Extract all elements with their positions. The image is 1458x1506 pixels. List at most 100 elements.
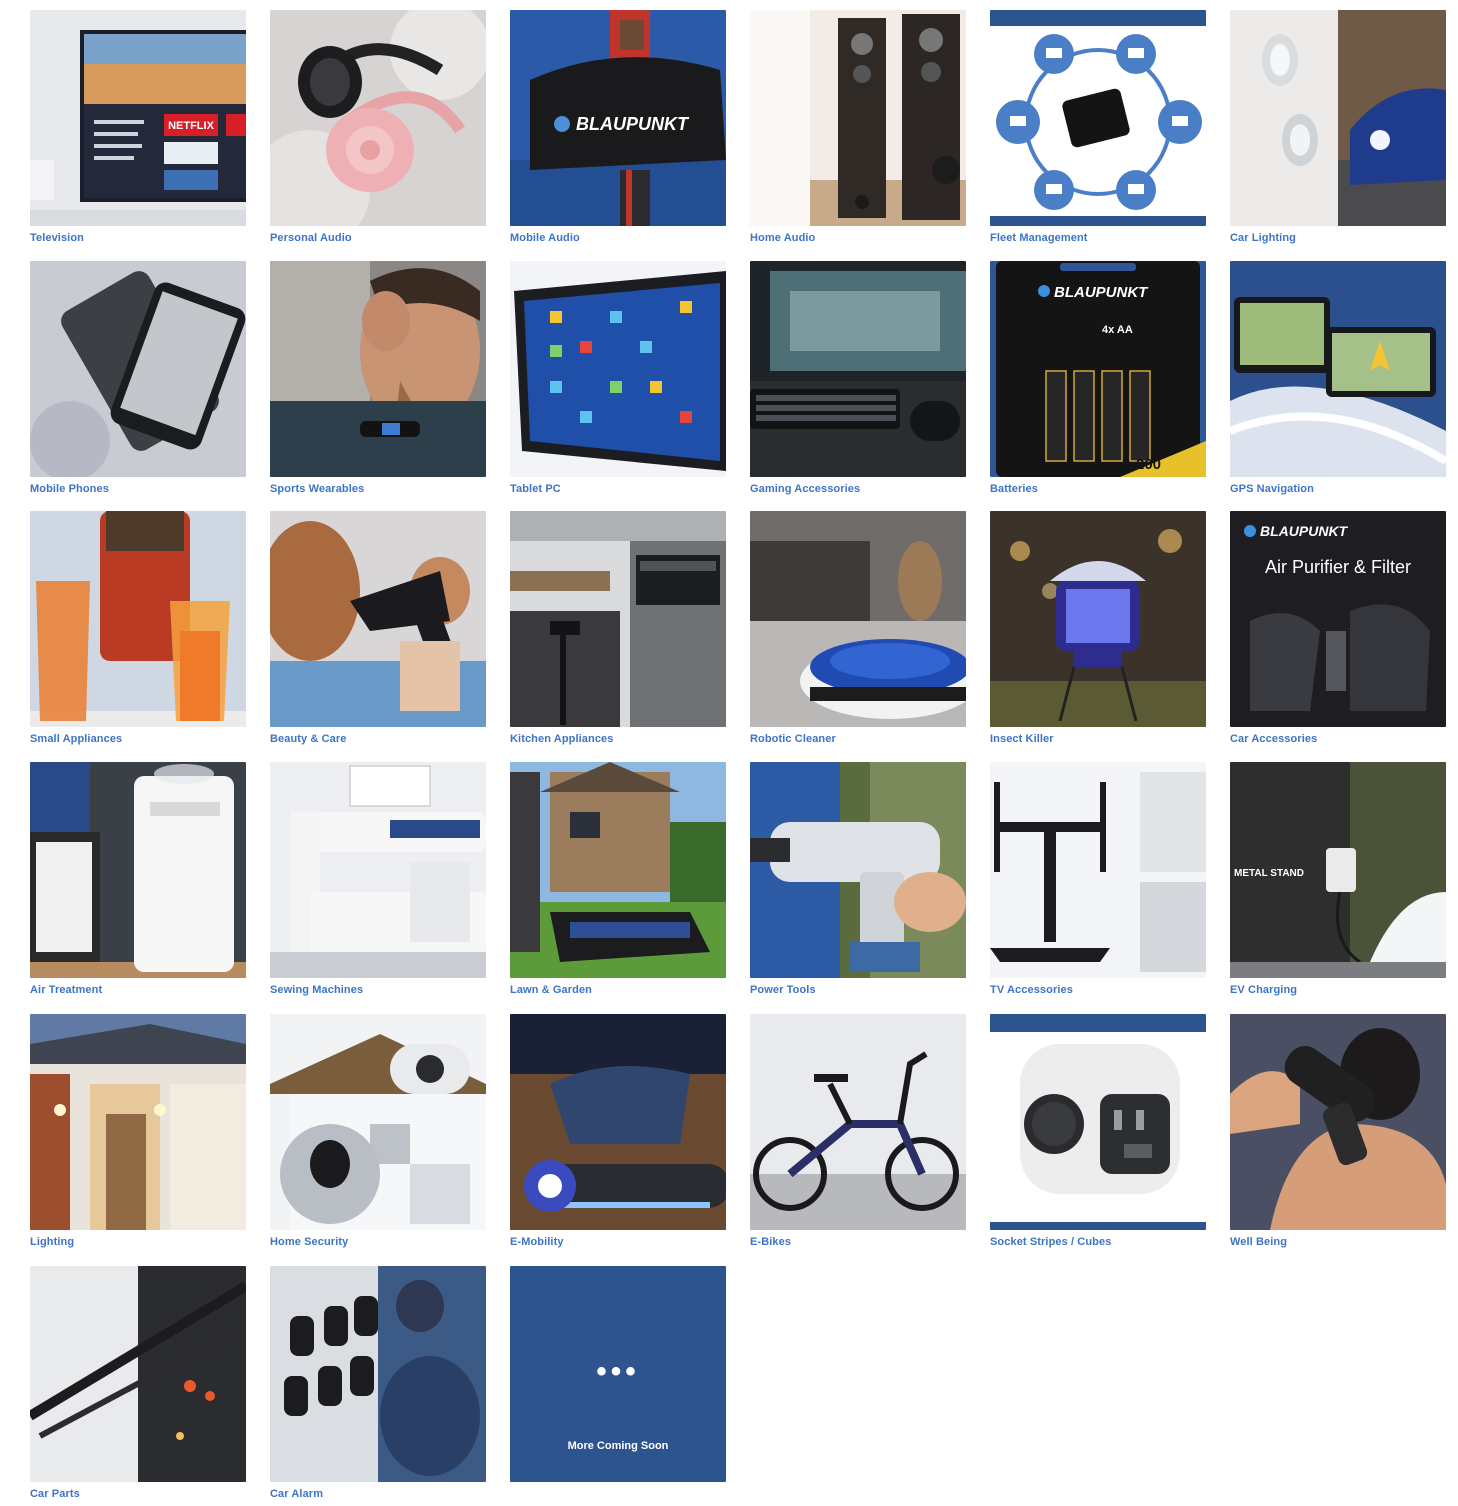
category-label: Small Appliances [30, 733, 123, 745]
category-tile-robotic-cleaner[interactable]: Robotic Cleaner [750, 511, 966, 751]
battery-count: 4x AA [1102, 324, 1133, 336]
category-label: Car Accessories [1230, 733, 1318, 745]
more-coming-soon-panel: ••• More Coming Soon [510, 1266, 726, 1482]
category-label: Beauty & Care [270, 733, 347, 745]
category-tile-insect-killer[interactable]: Insect Killer [990, 511, 1206, 751]
category-label: Tablet PC [510, 483, 561, 495]
category-label: Home Audio [750, 232, 816, 244]
category-image: BLAUPUNKT [510, 10, 726, 226]
category-image [510, 762, 726, 978]
category-tile-television[interactable]: NETFLIX Television [30, 10, 246, 250]
category-image [510, 261, 726, 477]
category-tile-mobile-audio[interactable]: BLAUPUNKT Mobile Audio [510, 10, 726, 250]
category-tile-car-accessories[interactable]: BLAUPUNKT Air Purifier & Filter Car Acce… [1230, 511, 1446, 751]
category-label: Sewing Machines [270, 984, 364, 996]
category-label: Personal Audio [270, 232, 352, 244]
category-label: E-Bikes [750, 1236, 792, 1248]
category-tile-e-mobility[interactable]: E-Mobility [510, 1014, 726, 1254]
category-label: Air Treatment [30, 984, 103, 996]
category-tile-tv-accessories[interactable]: TV Accessories [990, 762, 1206, 1002]
category-image [270, 10, 486, 226]
category-image [30, 261, 246, 477]
category-tile-gaming-accessories[interactable]: Gaming Accessories [750, 261, 966, 501]
category-label: Kitchen Appliances [510, 733, 614, 745]
category-tile-well-being[interactable]: Well Being [1230, 1014, 1446, 1254]
category-label: Sports Wearables [270, 483, 365, 495]
category-label: Robotic Cleaner [750, 733, 836, 745]
category-tile-kitchen-appliances[interactable]: Kitchen Appliances [510, 511, 726, 751]
category-tile-lawn-garden[interactable]: Lawn & Garden [510, 762, 726, 1002]
category-image [270, 762, 486, 978]
more-coming-soon-label: More Coming Soon [567, 1440, 669, 1452]
category-image [1230, 10, 1446, 226]
category-image [750, 261, 966, 477]
category-tile-small-appliances[interactable]: Small Appliances [30, 511, 246, 751]
category-image [270, 261, 486, 477]
category-tile-car-alarm[interactable]: Car Alarm [270, 1266, 486, 1506]
category-label: Well Being [1230, 1236, 1288, 1248]
category-image [30, 1014, 246, 1230]
category-image [990, 511, 1206, 727]
category-image [990, 762, 1206, 978]
category-tile-home-security[interactable]: Home Security [270, 1014, 486, 1254]
category-image [30, 511, 246, 727]
category-image: NETFLIX [30, 10, 246, 226]
category-tile-sports-wearables[interactable]: Sports Wearables [270, 261, 486, 501]
category-tile-power-tools[interactable]: Power Tools [750, 762, 966, 1002]
category-tile-car-lighting[interactable]: Car Lighting [1230, 10, 1446, 250]
ellipsis-icon: ••• [596, 1355, 640, 1388]
category-image [30, 1266, 246, 1482]
category-label: Fleet Management [990, 232, 1088, 244]
category-label: Power Tools [750, 984, 816, 996]
category-image: BLAUPUNKT Air Purifier & Filter [1230, 511, 1446, 727]
category-image [1230, 1014, 1446, 1230]
category-image [750, 762, 966, 978]
category-label: Socket Stripes / Cubes [990, 1236, 1112, 1248]
battery-badge: 200 [1136, 456, 1161, 473]
category-tile-socket-stripes-cubes[interactable]: Socket Stripes / Cubes [990, 1014, 1206, 1254]
category-image [990, 1014, 1206, 1230]
category-tile-car-parts[interactable]: Car Parts [30, 1266, 246, 1506]
category-label: TV Accessories [990, 984, 1073, 996]
category-tile-e-bikes[interactable]: E-Bikes [750, 1014, 966, 1254]
category-label: Car Parts [30, 1488, 80, 1500]
category-label: Insect Killer [990, 733, 1054, 745]
category-tile-sewing-machines[interactable]: Sewing Machines [270, 762, 486, 1002]
category-tile-gps-navigation[interactable]: GPS Navigation [1230, 261, 1446, 501]
brand-logo: BLAUPUNKT [576, 114, 690, 134]
air-purifier-title: Air Purifier & Filter [1265, 557, 1411, 577]
category-image [1230, 261, 1446, 477]
category-label: Gaming Accessories [750, 483, 861, 495]
category-label: E-Mobility [510, 1236, 564, 1248]
category-label: EV Charging [1230, 984, 1298, 996]
category-tile-batteries[interactable]: BLAUPUNKT 4x AA 200 Batteries [990, 261, 1206, 501]
category-label: Home Security [270, 1236, 349, 1248]
category-tile-home-audio[interactable]: Home Audio [750, 10, 966, 250]
category-tile-mobile-phones[interactable]: Mobile Phones [30, 261, 246, 501]
category-image [270, 511, 486, 727]
brand-logo: BLAUPUNKT [1054, 284, 1149, 301]
category-tile-tablet-pc[interactable]: Tablet PC [510, 261, 726, 501]
category-image [510, 1014, 726, 1230]
category-tile-personal-audio[interactable]: Personal Audio [270, 10, 486, 250]
more-coming-soon-tile[interactable]: ••• More Coming Soon [510, 1266, 726, 1506]
category-tile-ev-charging[interactable]: METAL STAND EV Charging [1230, 762, 1446, 1002]
category-tile-air-treatment[interactable]: Air Treatment [30, 762, 246, 1002]
netflix-logo: NETFLIX [168, 120, 214, 132]
category-tile-beauty-care[interactable]: Beauty & Care [270, 511, 486, 751]
category-image [990, 10, 1206, 226]
category-image: METAL STAND [1230, 762, 1446, 978]
category-image [510, 511, 726, 727]
category-label: Lighting [30, 1236, 75, 1248]
category-tile-lighting[interactable]: Lighting [30, 1014, 246, 1254]
category-image [750, 10, 966, 226]
category-image [30, 762, 246, 978]
metal-stand-label: METAL STAND [1234, 868, 1304, 879]
category-image [270, 1266, 486, 1482]
category-image [750, 1014, 966, 1230]
brand-logo: BLAUPUNKT [1260, 523, 1349, 539]
category-label: Batteries [990, 483, 1038, 495]
category-label: Mobile Phones [30, 483, 109, 495]
category-tile-fleet-management[interactable]: Fleet Management [990, 10, 1206, 250]
category-label: Lawn & Garden [510, 984, 592, 996]
